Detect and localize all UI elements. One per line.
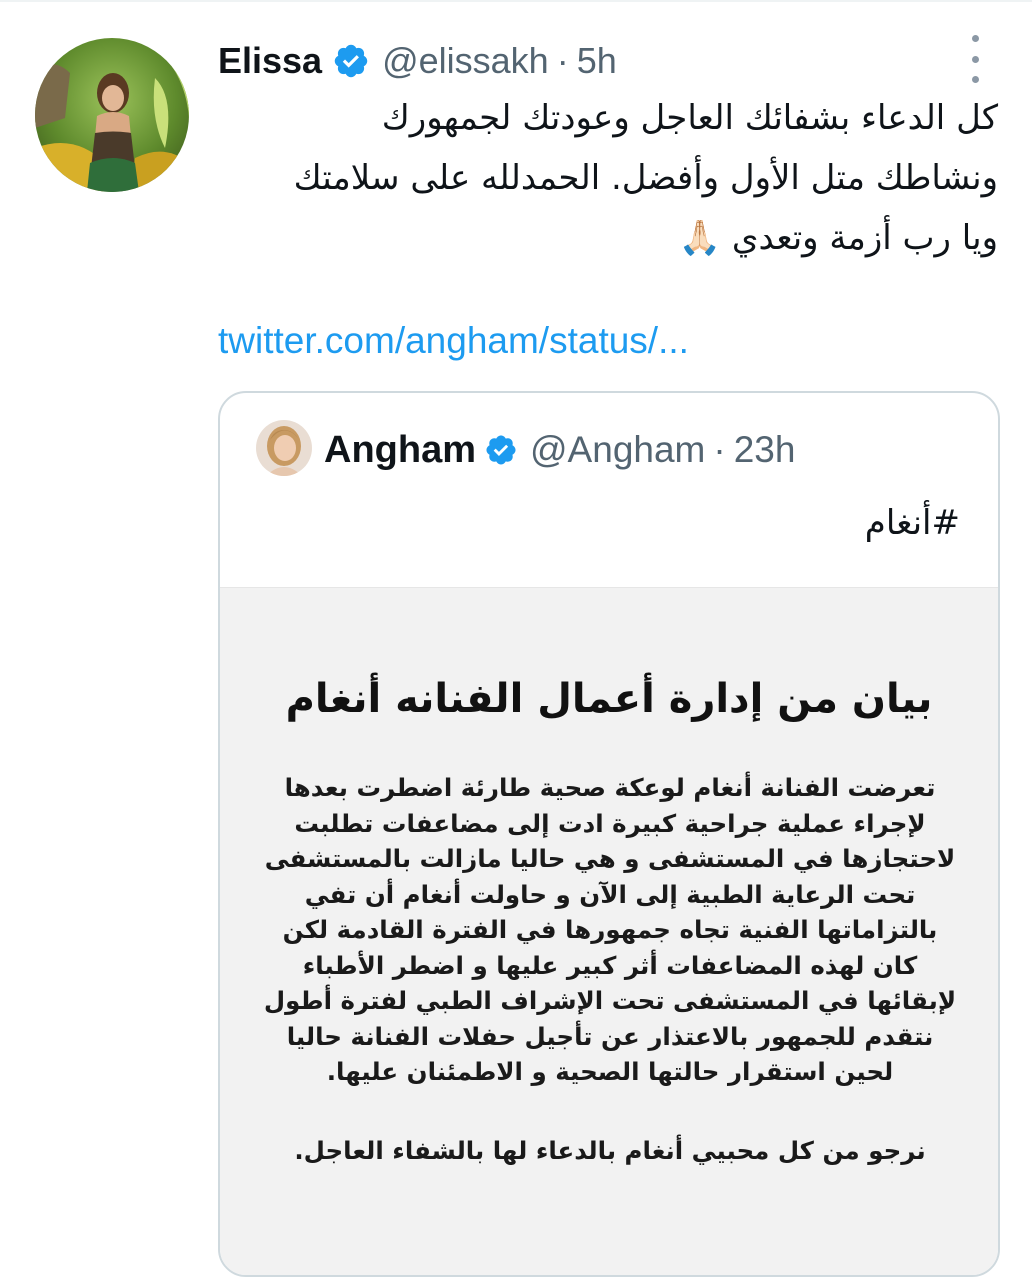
statement-line: لحين استقرار حالتها الصحية و الاطمئنان ع… bbox=[326, 1057, 894, 1086]
statement-image[interactable]: بيان من إدارة أعمال الفنانه أنغام تعرضت … bbox=[220, 587, 998, 1275]
quoted-author-avatar[interactable] bbox=[256, 420, 312, 476]
verified-badge-icon bbox=[484, 433, 518, 467]
separator-dot: · bbox=[713, 429, 726, 470]
quoted-author-name[interactable]: Angham bbox=[324, 429, 476, 472]
author-name[interactable]: Elissa bbox=[218, 40, 322, 82]
statement-line: كان لهذه المضاعفات أثر كبير عليها و اضطر… bbox=[302, 950, 918, 980]
verified-badge-icon bbox=[332, 42, 370, 80]
author-handle[interactable]: @elissakh bbox=[382, 40, 549, 82]
statement-line: لاحتجازها في المستشفى و هي حاليا مازالت … bbox=[264, 844, 956, 873]
author-avatar[interactable] bbox=[35, 38, 189, 192]
statement-line: تحت الرعاية الطبية إلى الآن و حاولت أنغا… bbox=[304, 879, 916, 909]
tweet-text: كل الدعاء بشفائك العاجل وعودتك لجمهورك و… bbox=[293, 98, 998, 258]
statement-line: تعرضت الفنانة أنغام لوعكة صحية طارئة اضط… bbox=[284, 773, 936, 802]
separator-dot: · bbox=[556, 40, 569, 81]
top-divider bbox=[0, 0, 1032, 2]
quoted-tweet-hashtag[interactable]: #أنغام bbox=[865, 503, 960, 543]
quoted-tweet-card[interactable]: Angham @Angham · 23h #أنغام بيان من إدار… bbox=[218, 391, 1000, 1277]
quoted-author-handle[interactable]: @Angham bbox=[530, 429, 705, 471]
tweet-timestamp[interactable]: 5h bbox=[577, 40, 617, 82]
statement-title: بيان من إدارة أعمال الفنانه أنغام bbox=[285, 676, 933, 722]
statement-body: تعرضت الفنانة أنغام لوعكة صحية طارئة اضط… bbox=[260, 770, 960, 1090]
statement-line: نتقدم للجمهور بالاعتذار عن تأجيل حفلات ا… bbox=[286, 1021, 934, 1051]
more-options-icon[interactable] bbox=[958, 35, 992, 83]
quoted-tweet-timestamp[interactable]: 23h bbox=[734, 429, 796, 471]
statement-line: لإبقائها في المستشفى تحت الإشراف الطبي ل… bbox=[263, 986, 957, 1015]
statement-line: بالتزاماتها الفنية تجاه جمهورها في الفتر… bbox=[282, 915, 938, 944]
quoted-tweet-header: Angham @Angham · 23h bbox=[324, 427, 795, 473]
statement-closing: نرجو من كل محبيي أنغام بالدعاء لها بالشف… bbox=[294, 1136, 926, 1165]
tweet-link[interactable]: twitter.com/angham/status/... bbox=[218, 320, 689, 362]
statement-line: لإجراء عملية جراحية كبيرة ادت إلى مضاعفا… bbox=[294, 808, 926, 838]
tweet-header: Elissa @elissakh · 5h bbox=[218, 36, 617, 86]
